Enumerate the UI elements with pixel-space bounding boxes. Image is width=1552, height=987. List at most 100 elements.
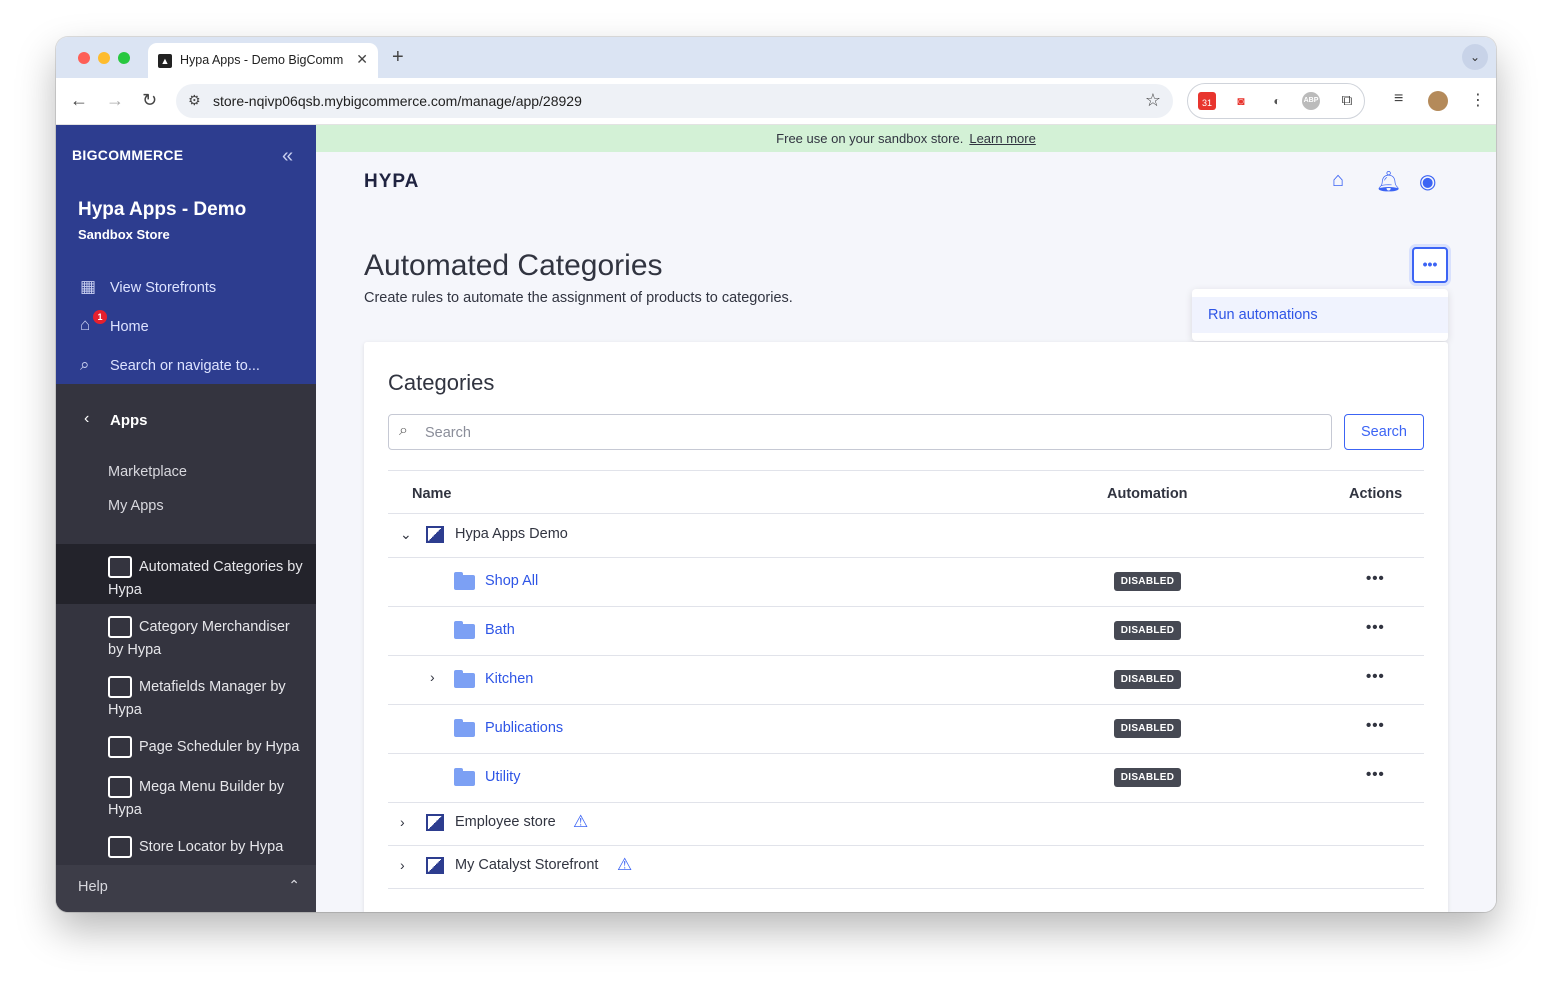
- new-tab-button[interactable]: +: [392, 46, 404, 69]
- sidebar-app-label: Mega Menu Builder by Hypa: [108, 779, 285, 818]
- tab-strip: ▲ Hypa Apps - Demo BigComm ✕ + ⌄: [56, 37, 1496, 78]
- url-text: store-nqivp06qsb.mybigcommerce.com/manag…: [213, 93, 582, 109]
- sidebar-app-label: Page Scheduler by Hypa: [139, 739, 300, 755]
- sidebar-app-label: Store Locator by Hypa: [139, 839, 284, 855]
- store-row[interactable]: › My Catalyst Storefront ⚠: [388, 845, 1424, 888]
- storefront-icon: [426, 526, 444, 543]
- hypa-logo: HYPA: [364, 171, 420, 192]
- page-subtitle: Create rules to automate the assignment …: [364, 290, 793, 306]
- back-arrow-icon[interactable]: ←: [70, 90, 88, 111]
- apps-section-title[interactable]: Apps: [110, 412, 148, 429]
- table-row: › Kitchen DISABLED •••: [388, 655, 1424, 704]
- maximize-window-button[interactable]: [118, 52, 130, 64]
- folder-icon: [454, 719, 475, 737]
- tab-search-button[interactable]: ⌄: [1462, 44, 1488, 70]
- divider: [388, 888, 1424, 889]
- close-tab-icon[interactable]: ✕: [356, 51, 368, 68]
- chevron-right-icon[interactable]: ›: [400, 814, 405, 830]
- calendar-extension-icon[interactable]: 31: [1198, 92, 1216, 110]
- row-actions-button[interactable]: •••: [1366, 717, 1385, 734]
- user-account-icon[interactable]: ◉: [1419, 169, 1436, 194]
- bell-icon[interactable]: 🔔︎: [1376, 169, 1401, 194]
- search-button[interactable]: Search: [1344, 414, 1424, 450]
- status-badge: DISABLED: [1114, 572, 1181, 591]
- profile-avatar[interactable]: [1428, 91, 1448, 111]
- home-icon[interactable]: ⌂: [1332, 169, 1344, 192]
- browser-tab[interactable]: ▲ Hypa Apps - Demo BigComm ✕: [148, 43, 378, 78]
- sidebar-item-my-apps[interactable]: My Apps: [108, 498, 164, 514]
- search-input[interactable]: ⌕ Search: [388, 414, 1332, 450]
- search-icon: ⌕: [80, 355, 90, 374]
- home-icon: ⌂: [80, 315, 91, 334]
- bigcommerce-logo[interactable]: BIGCOMMERCE: [72, 147, 183, 163]
- view-storefronts-link[interactable]: View Storefronts: [110, 280, 216, 296]
- row-actions-button[interactable]: •••: [1366, 766, 1385, 783]
- page-title: Automated Categories: [364, 249, 663, 282]
- chevron-left-icon[interactable]: ‹: [84, 410, 89, 428]
- row-actions-button[interactable]: •••: [1366, 619, 1385, 636]
- store-name: Employee store: [455, 814, 556, 830]
- table-row: Publications DISABLED •••: [388, 704, 1424, 753]
- learn-more-link[interactable]: Learn more: [969, 131, 1035, 146]
- forward-arrow-icon[interactable]: →: [106, 90, 124, 111]
- sidebar-item-metafields-manager[interactable]: Metafields Manager by Hypa: [56, 664, 316, 724]
- warning-icon[interactable]: ⚠: [573, 812, 588, 832]
- puzzle-extensions-icon[interactable]: ⧉: [1338, 92, 1356, 110]
- notification-badge: 1: [93, 310, 107, 324]
- collapse-sidebar-icon[interactable]: «: [282, 145, 293, 168]
- search-placeholder: Search: [425, 425, 471, 441]
- category-link[interactable]: Publications: [485, 720, 563, 736]
- storefront-icon: ▦: [80, 277, 97, 296]
- warning-icon[interactable]: ⚠: [617, 855, 632, 875]
- sidebar-item-store-locator[interactable]: Store Locator by Hypa: [56, 824, 316, 864]
- address-bar[interactable]: ⚙ store-nqivp06qsb.mybigcommerce.com/man…: [176, 84, 1173, 118]
- media-control-icon[interactable]: ≡: [1394, 90, 1403, 108]
- sidebar-item-mega-menu-builder[interactable]: Mega Menu Builder by Hypa: [56, 764, 316, 824]
- column-header-actions: Actions: [1349, 486, 1403, 502]
- run-automations-menu-item[interactable]: Run automations: [1192, 297, 1448, 333]
- table-row: Shop All DISABLED •••: [388, 557, 1424, 606]
- categories-card: Categories ⌕ Search Search Name Automati…: [364, 342, 1448, 912]
- more-actions-button[interactable]: •••: [1412, 247, 1448, 283]
- row-actions-button[interactable]: •••: [1366, 570, 1385, 587]
- sidebar-item-automated-categories[interactable]: Automated Categories by Hypa: [56, 544, 316, 604]
- folder-icon: [454, 572, 475, 590]
- category-link[interactable]: Bath: [485, 622, 515, 638]
- tab-title: Hypa Apps - Demo BigComm: [180, 53, 344, 67]
- minimize-window-button[interactable]: [98, 52, 110, 64]
- status-badge: DISABLED: [1114, 719, 1181, 738]
- adblock-extension-icon[interactable]: ABP: [1302, 92, 1320, 110]
- divider: [388, 470, 1424, 471]
- store-row[interactable]: ⌄ Hypa Apps Demo: [388, 513, 1424, 557]
- store-name: Hypa Apps - Demo: [78, 199, 247, 220]
- store-row[interactable]: › Employee store ⚠: [388, 802, 1424, 845]
- chevron-down-icon[interactable]: ⌄: [400, 526, 412, 543]
- category-link[interactable]: Shop All: [485, 573, 538, 589]
- browser-toolbar: ← → ↻ ⚙ store-nqivp06qsb.mybigcommerce.c…: [56, 78, 1496, 125]
- bigcommerce-sidebar: BIGCOMMERCE « Hypa Apps - Demo Sandbox S…: [56, 125, 316, 912]
- reload-icon[interactable]: ↻: [142, 90, 157, 111]
- browser-window: ▲ Hypa Apps - Demo BigComm ✕ + ⌄ ← → ↻ ⚙…: [56, 37, 1496, 912]
- chevron-right-icon[interactable]: ›: [430, 669, 435, 685]
- category-link[interactable]: Utility: [485, 769, 520, 785]
- home-link[interactable]: Home: [110, 319, 149, 335]
- browser-menu-icon[interactable]: ⋮: [1470, 90, 1486, 110]
- bookmark-star-icon[interactable]: ☆: [1145, 90, 1161, 111]
- search-navigate-link[interactable]: Search or navigate to...: [110, 358, 260, 374]
- category-link[interactable]: Kitchen: [485, 671, 533, 687]
- sidebar-item-category-merchandiser[interactable]: Category Merchandiser by Hypa: [56, 604, 316, 664]
- sidebar-app-label: Automated Categories by Hypa: [108, 559, 303, 598]
- close-window-button[interactable]: [78, 52, 90, 64]
- chevron-right-icon[interactable]: ›: [400, 857, 405, 873]
- sidebar-item-marketplace[interactable]: Marketplace: [108, 464, 187, 480]
- status-badge: DISABLED: [1114, 670, 1181, 689]
- sidebar-header: BIGCOMMERCE « Hypa Apps - Demo Sandbox S…: [56, 125, 316, 384]
- help-section[interactable]: Help ⌃: [56, 865, 316, 912]
- chevron-up-icon[interactable]: ⌃: [288, 877, 300, 894]
- row-actions-button[interactable]: •••: [1366, 668, 1385, 685]
- privacy-extension-icon[interactable]: ◐: [1268, 92, 1286, 110]
- pocket-extension-icon[interactable]: ◙: [1232, 92, 1250, 110]
- categories-title: Categories: [388, 370, 495, 395]
- site-info-icon[interactable]: ⚙: [188, 92, 201, 109]
- sidebar-item-page-scheduler[interactable]: Page Scheduler by Hypa: [56, 724, 316, 764]
